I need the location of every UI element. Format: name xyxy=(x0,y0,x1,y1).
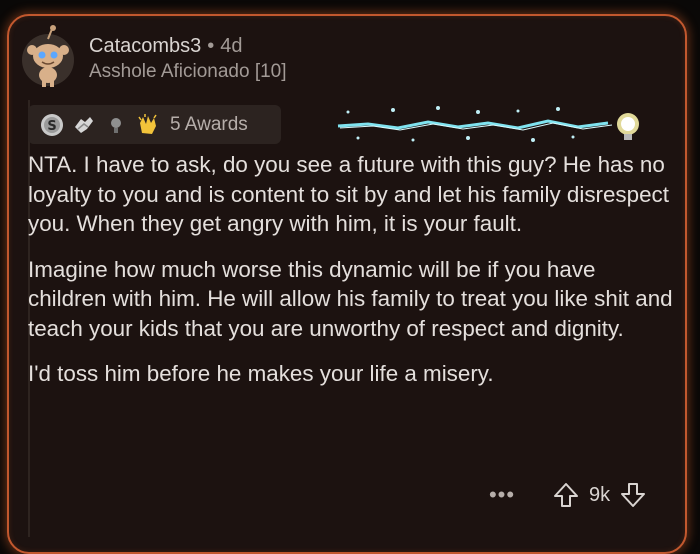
lightning-award-banner xyxy=(328,100,658,148)
user-flair: Asshole Aficionado [10] xyxy=(89,61,287,82)
awards-count-label: 5 Awards xyxy=(170,113,248,135)
clapping-hands-award-icon xyxy=(136,113,160,137)
username-link[interactable]: Catacombs3 xyxy=(89,35,201,57)
comment-paragraph: NTA. I have to ask, do you see a future … xyxy=(28,152,669,236)
separator-dot: • xyxy=(207,35,215,57)
more-options-button[interactable]: ••• xyxy=(485,479,519,511)
avatar[interactable] xyxy=(21,25,75,87)
downvote-button[interactable] xyxy=(620,481,646,509)
silver-award-icon: S xyxy=(40,113,64,137)
upvote-button[interactable] xyxy=(553,481,579,509)
comment-body: NTA. I have to ask, do you see a future … xyxy=(28,150,673,405)
snoo-avatar-icon xyxy=(22,25,74,87)
comment-header: Catacombs3 • 4d xyxy=(89,34,243,58)
vote-controls: 9k xyxy=(553,479,646,511)
lightbulb-award-icon xyxy=(104,113,128,137)
more-options-icon: ••• xyxy=(488,482,516,507)
comment-age: 4d xyxy=(220,35,243,57)
upvote-arrow-icon xyxy=(554,483,578,507)
comment-paragraph: I'd toss him before he makes your life a… xyxy=(28,361,494,386)
vote-score: 9k xyxy=(589,483,611,506)
awards-button[interactable]: S 5 Awards xyxy=(28,105,281,144)
helpful-hands-award-icon xyxy=(72,113,96,137)
svg-text:S: S xyxy=(47,119,56,134)
lightning-bolt-icon xyxy=(337,106,639,142)
downvote-arrow-icon xyxy=(621,483,646,507)
comment-paragraph: Imagine how much worse this dynamic will… xyxy=(28,256,673,341)
